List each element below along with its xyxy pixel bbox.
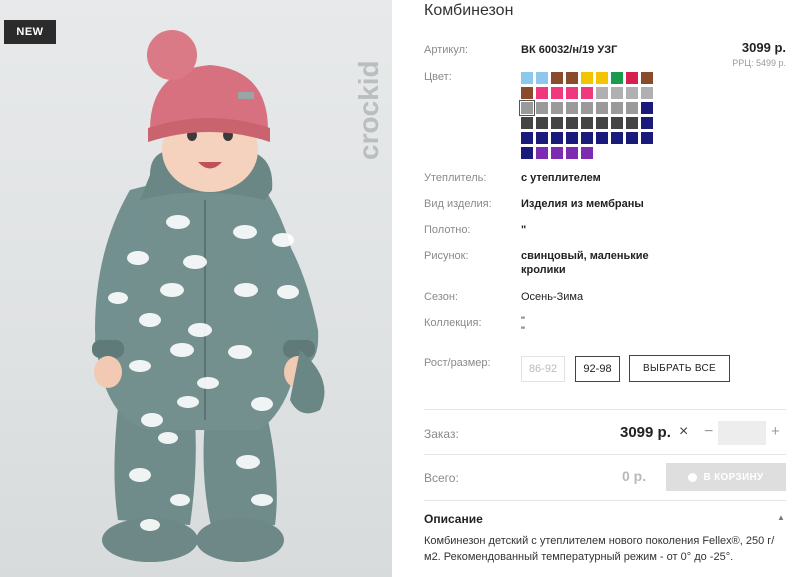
- description-title[interactable]: Описание: [424, 512, 483, 526]
- color-swatch[interactable]: [536, 147, 548, 159]
- color-swatch[interactable]: [596, 87, 608, 99]
- color-swatch[interactable]: [626, 72, 638, 84]
- article-value: ВК 60032/н/19 УЗГ: [521, 44, 618, 56]
- color-swatch[interactable]: [626, 132, 638, 144]
- color-label: Цвет:: [424, 71, 452, 83]
- type-label: Вид изделия:: [424, 198, 492, 210]
- color-swatch[interactable]: [626, 87, 638, 99]
- color-swatch[interactable]: [551, 102, 563, 114]
- color-swatch[interactable]: [626, 117, 638, 129]
- color-swatch[interactable]: [566, 132, 578, 144]
- pattern-value-line1: свинцовый, маленькие: [521, 250, 649, 262]
- color-swatch[interactable]: [521, 87, 533, 99]
- color-swatch[interactable]: [611, 87, 623, 99]
- collection-label: Коллекция:: [424, 317, 482, 329]
- season-value: Осень-Зима: [521, 291, 584, 303]
- divider: [424, 409, 786, 410]
- type-value: Изделия из мембраны: [521, 198, 644, 210]
- color-swatch[interactable]: [581, 117, 593, 129]
- product-image[interactable]: NEW crockid: [0, 0, 392, 577]
- color-swatch[interactable]: [521, 117, 533, 129]
- brand-watermark-text: crockid: [353, 60, 384, 160]
- minus-icon[interactable]: −: [704, 423, 713, 441]
- color-swatch[interactable]: [611, 102, 623, 114]
- color-swatch[interactable]: [519, 100, 535, 116]
- color-swatch[interactable]: [581, 147, 593, 159]
- color-swatch-grid: [519, 72, 671, 159]
- product-title: Комбинезон: [424, 2, 514, 19]
- color-swatch[interactable]: [536, 102, 548, 114]
- color-swatch[interactable]: [581, 102, 593, 114]
- color-swatch[interactable]: [581, 72, 593, 84]
- pattern-value-line2: кролики: [521, 264, 566, 276]
- color-swatch[interactable]: [536, 72, 548, 84]
- product-info-panel: Комбинезон Артикул: ВК 60032/н/19 УЗГ 30…: [424, 0, 800, 577]
- color-swatch[interactable]: [626, 102, 638, 114]
- color-swatch[interactable]: [581, 87, 593, 99]
- fabric-value: ": [521, 224, 527, 236]
- color-swatch[interactable]: [566, 72, 578, 84]
- product-price: 3099 р.: [741, 40, 786, 55]
- color-swatch[interactable]: [521, 72, 533, 84]
- color-swatch[interactable]: [611, 132, 623, 144]
- color-swatch[interactable]: [611, 72, 623, 84]
- article-label: Артикул:: [424, 44, 469, 56]
- color-swatch[interactable]: [641, 132, 653, 144]
- season-label: Сезон:: [424, 291, 458, 303]
- color-swatch[interactable]: [581, 132, 593, 144]
- plus-icon[interactable]: +: [771, 423, 780, 440]
- color-swatch[interactable]: [536, 87, 548, 99]
- color-swatch[interactable]: [536, 117, 548, 129]
- order-label: Заказ:: [424, 427, 459, 441]
- total-value: 0 р.: [622, 468, 647, 484]
- fabric-label: Полотно:: [424, 224, 471, 236]
- divider: [424, 500, 786, 501]
- color-swatch[interactable]: [536, 132, 548, 144]
- add-to-cart-label: В КОРЗИНУ: [703, 471, 764, 483]
- color-swatch[interactable]: [566, 147, 578, 159]
- color-swatch[interactable]: [566, 117, 578, 129]
- insulation-value: с утеплителем: [521, 172, 601, 184]
- total-label: Всего:: [424, 471, 459, 485]
- color-swatch[interactable]: [641, 102, 653, 114]
- color-swatch[interactable]: [551, 132, 563, 144]
- color-swatch[interactable]: [596, 102, 608, 114]
- color-swatch[interactable]: [566, 102, 578, 114]
- color-swatch[interactable]: [611, 117, 623, 129]
- insulation-label: Утеплитель:: [424, 172, 487, 184]
- brand-watermark-logo: crockid: [353, 60, 384, 160]
- color-swatch[interactable]: [551, 72, 563, 84]
- color-swatch[interactable]: [521, 147, 533, 159]
- caret-up-icon[interactable]: ▲: [777, 513, 785, 522]
- new-badge: NEW: [4, 20, 56, 44]
- cart-icon: [688, 472, 698, 482]
- order-price: 3099 р.: [620, 424, 671, 441]
- size-option-92-98[interactable]: 92-98: [575, 356, 620, 382]
- description-text: Комбинезон детский с утеплителем нового …: [424, 535, 775, 563]
- color-swatch[interactable]: [596, 132, 608, 144]
- color-swatch[interactable]: [641, 72, 653, 84]
- color-swatch[interactable]: [596, 117, 608, 129]
- color-swatch[interactable]: [551, 147, 563, 159]
- baby-in-jumpsuit-illustration: [92, 30, 325, 562]
- pattern-label: Рисунок:: [424, 250, 469, 262]
- color-swatch[interactable]: [566, 87, 578, 99]
- color-swatch[interactable]: [551, 117, 563, 129]
- recommended-price: РРЦ: 5499 р.: [732, 58, 786, 68]
- select-all-button[interactable]: ВЫБРАТЬ ВСЕ: [629, 355, 730, 382]
- size-label: Рост/размер:: [424, 357, 491, 369]
- quantity-input[interactable]: [718, 421, 766, 445]
- divider: [424, 454, 786, 455]
- add-to-cart-button[interactable]: В КОРЗИНУ: [666, 463, 786, 491]
- color-swatch[interactable]: [521, 132, 533, 144]
- collection-value-line2: ": [521, 325, 525, 337]
- color-swatch[interactable]: [551, 87, 563, 99]
- color-swatch[interactable]: [641, 117, 653, 129]
- times-icon: ×: [679, 423, 689, 440]
- color-swatch[interactable]: [641, 87, 653, 99]
- size-option-86-92[interactable]: 86-92: [521, 356, 565, 382]
- color-swatch[interactable]: [596, 72, 608, 84]
